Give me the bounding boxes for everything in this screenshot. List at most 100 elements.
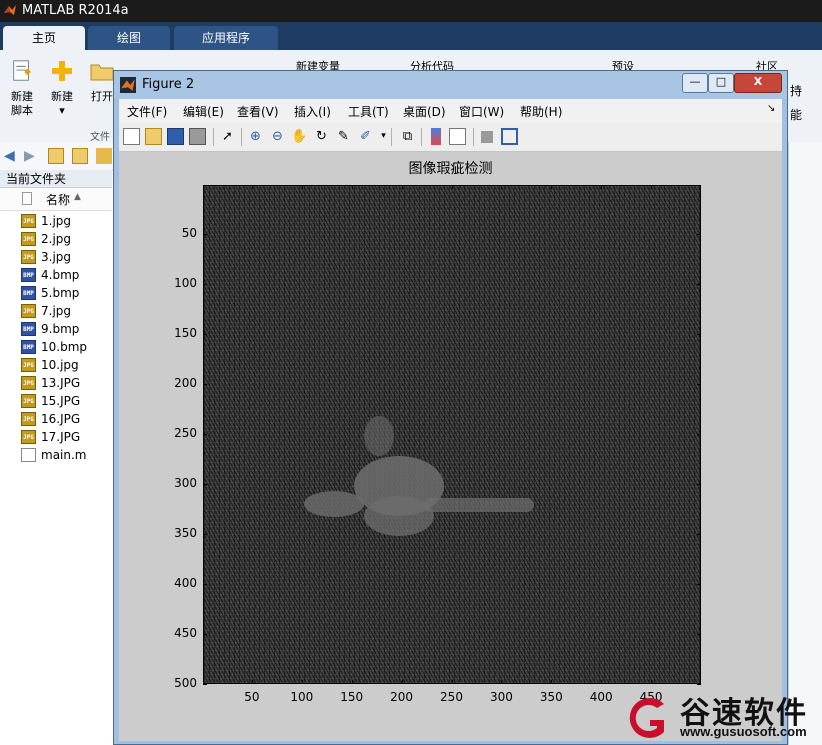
file-list-item[interactable]: JPG 2.jpg <box>0 230 112 248</box>
tab-apps[interactable]: 应用程序 <box>174 26 278 50</box>
file-name: 13.JPG <box>41 376 81 390</box>
figure-canvas: 图像瑕疵检测 50 100 150 200 250 300 350 400 450 500 50 10… <box>119 152 782 741</box>
menu-overflow-icon[interactable]: ↘ <box>767 103 775 114</box>
chevron-down-icon[interactable]: ▾ <box>375 128 392 145</box>
bmp-file-icon: BMP <box>21 340 36 354</box>
file-list-item[interactable]: JPG 15.JPG <box>0 392 112 410</box>
save-icon[interactable] <box>167 128 184 145</box>
y-tick-mark <box>697 634 701 635</box>
new-label: 新建 <box>51 90 73 103</box>
rotate-3d-icon[interactable]: ↻ <box>313 128 330 145</box>
name-column-label[interactable]: 名称 <box>46 191 70 208</box>
menu-tools[interactable]: 工具(T) <box>348 103 389 120</box>
file-list-item[interactable]: BMP 9.bmp <box>0 320 112 338</box>
data-cursor-icon[interactable]: ✎ <box>335 128 352 145</box>
colorbar-icon[interactable] <box>431 128 441 145</box>
bmp-file-icon: BMP <box>21 268 36 282</box>
y-tick-mark <box>203 534 207 535</box>
link-plot-icon[interactable]: ⧉ <box>399 128 416 145</box>
y-tick-mark <box>697 534 701 535</box>
new-figure-icon[interactable] <box>123 128 140 145</box>
file-list-item[interactable]: JPG 16.JPG <box>0 410 112 428</box>
menu-edit[interactable]: 编辑(E) <box>183 103 224 120</box>
file-name: 10.jpg <box>41 358 79 372</box>
hide-plot-tools-icon[interactable] <box>481 131 493 143</box>
path-folder-icon[interactable] <box>96 148 112 164</box>
file-list-item[interactable]: JPG 13.JPG <box>0 374 112 392</box>
y-tick-mark <box>697 334 701 335</box>
current-folder-title: 当前文件夹 <box>0 170 112 188</box>
file-list-item[interactable]: BMP 5.bmp <box>0 284 112 302</box>
x-tick-mark <box>452 185 453 189</box>
y-tick-label: 100 <box>174 276 197 290</box>
file-name: 16.JPG <box>41 412 81 426</box>
zoom-out-icon[interactable]: ⊖ <box>269 128 286 145</box>
x-tick-mark <box>352 185 353 189</box>
menu-window[interactable]: 窗口(W) <box>459 103 504 120</box>
y-tick-mark <box>697 684 701 685</box>
tab-plots[interactable]: 绘图 <box>88 26 170 50</box>
minimize-button[interactable]: — <box>682 73 708 93</box>
file-list: JPG 1.jpg JPG 2.jpg JPG 3.jpg BMP 4.bmp BMP 5.bmp… <box>0 212 112 464</box>
new-button[interactable]: 新建 ▾ <box>46 58 78 118</box>
menu-view[interactable]: 查看(V) <box>237 103 279 120</box>
x-tick-mark <box>651 680 652 684</box>
x-tick-mark <box>651 185 652 189</box>
legend-icon[interactable] <box>449 128 466 145</box>
maximize-button[interactable]: □ <box>708 73 734 93</box>
open-button[interactable]: 打开 <box>88 58 116 104</box>
figure-titlebar[interactable]: Figure 2 — □ X <box>114 71 787 99</box>
pointer-icon[interactable]: ➚ <box>219 128 236 145</box>
x-tick-mark <box>501 680 502 684</box>
y-tick-label: 300 <box>174 476 197 490</box>
toolbar-separator <box>421 128 422 146</box>
m-file-icon <box>21 448 36 462</box>
x-tick-label: 300 <box>489 690 513 704</box>
y-tick-mark <box>203 634 207 635</box>
zoom-in-icon[interactable]: ⊕ <box>247 128 264 145</box>
tab-home[interactable]: 主页 <box>3 26 85 50</box>
menu-help[interactable]: 帮助(H) <box>520 103 562 120</box>
menu-file[interactable]: 文件(F) <box>127 103 167 120</box>
close-button[interactable]: X <box>734 73 782 93</box>
file-list-item[interactable]: JPG 3.jpg <box>0 248 112 266</box>
menu-desktop[interactable]: 桌面(D) <box>403 103 446 120</box>
y-tick-label: 400 <box>174 576 197 590</box>
file-list-item[interactable]: JPG 17.JPG <box>0 428 112 446</box>
bmp-file-icon: BMP <box>21 322 36 336</box>
menu-insert[interactable]: 插入(I) <box>294 103 331 120</box>
ribbon-tab-bar: 主页 绘图 应用程序 <box>0 22 822 50</box>
x-tick-label: 50 <box>244 690 260 704</box>
file-list-item[interactable]: BMP 4.bmp <box>0 266 112 284</box>
file-list-item[interactable]: main.m <box>0 446 112 464</box>
file-list-item[interactable]: BMP 10.bmp <box>0 338 112 356</box>
new-script-icon <box>13 60 31 81</box>
forward-arrow-icon[interactable]: ▶ <box>24 148 40 164</box>
back-arrow-icon[interactable]: ◀ <box>4 148 20 164</box>
show-plot-tools-icon[interactable] <box>501 128 518 145</box>
y-tick-label: 350 <box>174 526 197 540</box>
y-tick-mark <box>203 334 207 335</box>
file-list-item[interactable]: JPG 7.jpg <box>0 302 112 320</box>
browse-folder-icon[interactable] <box>72 148 88 164</box>
brush-icon[interactable]: ✐ <box>357 128 374 145</box>
new-script-button[interactable]: 新建 脚本 <box>6 58 38 118</box>
y-tick-mark <box>697 484 701 485</box>
jpg-file-icon: JPG <box>21 358 36 372</box>
app-titlebar: MATLAB R2014a <box>0 0 822 22</box>
figure-toolbar: ➚ ⊕ ⊖ ✋ ↻ ✎ ✐ ▾ ⧉ <box>119 123 782 152</box>
print-icon[interactable] <box>189 128 206 145</box>
file-list-item[interactable]: JPG 10.jpg <box>0 356 112 374</box>
jpg-file-icon: JPG <box>21 250 36 264</box>
jpg-file-icon: JPG <box>21 430 36 444</box>
file-list-item[interactable]: JPG 1.jpg <box>0 212 112 230</box>
x-tick-mark <box>302 680 303 684</box>
file-group-label: 文件 <box>90 132 110 143</box>
x-tick-label: 200 <box>390 690 414 704</box>
app-title: MATLAB R2014a <box>22 3 129 18</box>
y-tick-label: 150 <box>174 326 197 340</box>
open-file-icon[interactable] <box>145 128 162 145</box>
up-folder-icon[interactable] <box>48 148 64 164</box>
pan-hand-icon[interactable]: ✋ <box>291 128 308 145</box>
x-tick-mark <box>601 185 602 189</box>
